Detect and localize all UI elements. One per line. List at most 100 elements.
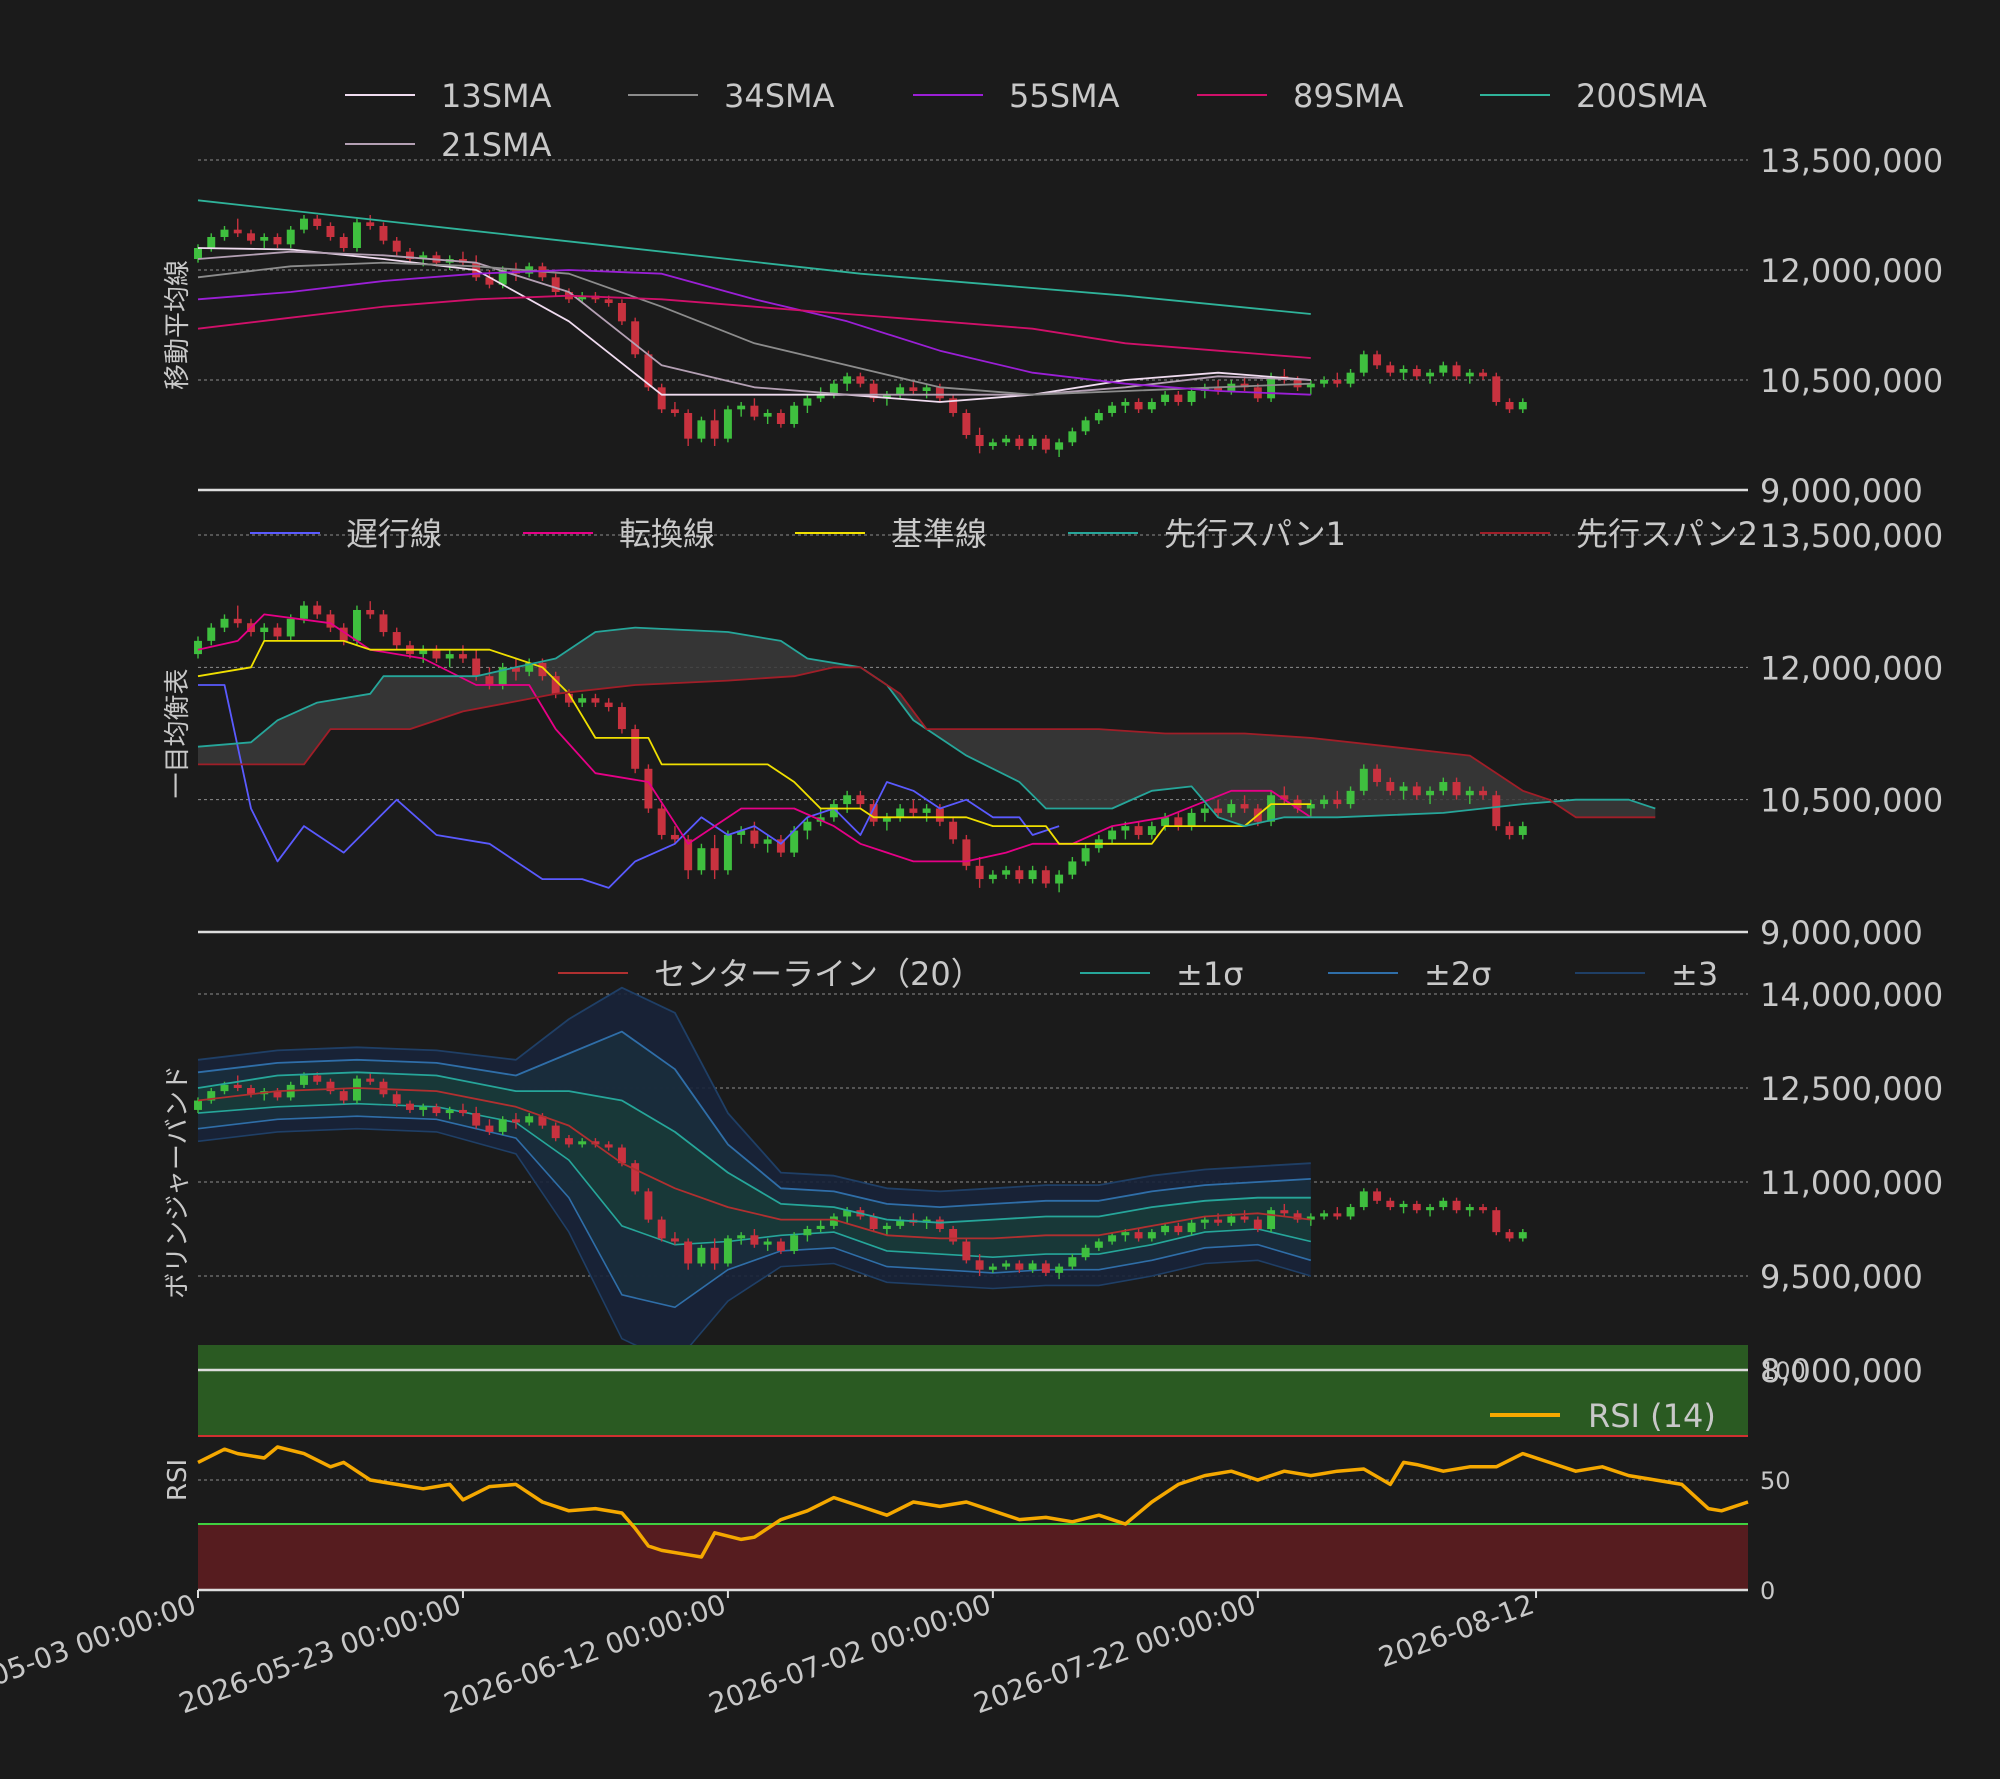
candle-body [445, 1109, 454, 1114]
candle-body [843, 795, 852, 805]
candle-body [1452, 1200, 1461, 1211]
candle-body [763, 413, 772, 417]
candle-body [1002, 870, 1011, 875]
y-tick-label: 12,000,000 [1760, 649, 1943, 687]
y-tick-label: 13,500,000 [1760, 142, 1943, 180]
candle-body [657, 1219, 666, 1239]
candle-body [1479, 372, 1488, 377]
candle-body [644, 1191, 653, 1220]
candle-body [1147, 1232, 1156, 1239]
candle-body [697, 848, 706, 871]
candle-body [1055, 1266, 1064, 1273]
candle-body [1439, 365, 1448, 373]
legend-label: 遅行線 [346, 515, 442, 553]
candle-body [1386, 1200, 1395, 1208]
candle-body [1333, 799, 1342, 805]
candle-body [1108, 405, 1117, 413]
candle-body [1187, 812, 1196, 827]
candle-body [1479, 790, 1488, 796]
y-tick-label: 9,000,000 [1760, 914, 1923, 952]
candle-body [776, 413, 785, 424]
candle-body [392, 1094, 401, 1104]
candle-body [392, 240, 401, 252]
y-axis-label: ボリンジャーバンド [163, 1065, 193, 1299]
candle-body [1055, 874, 1064, 884]
candle-body [723, 1238, 732, 1264]
candle-body [233, 229, 242, 234]
candle-body [1200, 1219, 1209, 1223]
candle-body [869, 1216, 878, 1229]
candle-body [670, 409, 679, 413]
candle-body [684, 1241, 693, 1264]
candle-body [366, 222, 375, 226]
candle-body [657, 387, 666, 410]
legend-label: 先行スパン1 [1164, 515, 1346, 553]
candle-body [1426, 790, 1435, 796]
y-tick-label: 13,500,000 [1760, 517, 1943, 555]
candle-body [1346, 790, 1355, 805]
candle-body [763, 1241, 772, 1245]
candle-body [1373, 354, 1382, 366]
candle-body [803, 1229, 812, 1236]
candle-body [300, 218, 308, 230]
candle-body [1094, 1241, 1103, 1248]
candle-body [1108, 1235, 1117, 1242]
candle-body [1439, 782, 1448, 791]
candle-body [379, 226, 388, 241]
candle-body [1492, 795, 1501, 827]
candle-body [1108, 830, 1117, 840]
candle-body [379, 614, 388, 633]
candle-body [617, 303, 626, 322]
candle-body [551, 1125, 560, 1139]
candle-body [750, 1235, 759, 1245]
y-tick-label: 0 [1760, 1577, 1775, 1605]
candle-body [856, 376, 865, 384]
candle-body [1333, 1213, 1342, 1217]
candle-body [1359, 354, 1368, 373]
candle-body [1174, 1225, 1183, 1233]
legend-label: 転換線 [619, 515, 715, 553]
candle-body [366, 609, 375, 615]
y-tick-label: 11,000,000 [1760, 1164, 1943, 1202]
candle-body [1134, 1232, 1143, 1239]
overbought-zone [198, 1345, 1748, 1436]
candle-body [750, 405, 759, 417]
candle-body [975, 435, 984, 446]
candle-body [1028, 438, 1037, 446]
candle-body [313, 218, 322, 226]
candle-body [697, 420, 706, 439]
candle-body [458, 1109, 467, 1114]
candle-body [896, 808, 905, 818]
candle-body [737, 1235, 746, 1239]
candle-body [1280, 1210, 1289, 1214]
candle-body [631, 729, 640, 769]
candle-body [1439, 1200, 1448, 1208]
candle-body [909, 808, 918, 813]
candle-body [1505, 1232, 1514, 1239]
candle-body [1028, 1263, 1037, 1270]
candle-body [1068, 861, 1077, 875]
candle-body [988, 874, 997, 880]
candle-body [604, 1144, 613, 1148]
candle-body [207, 237, 216, 248]
candle-body [1320, 799, 1329, 805]
candle-body [697, 1247, 706, 1264]
candle-body [1518, 1232, 1527, 1239]
candle-body [684, 413, 693, 439]
candle-body [949, 821, 958, 840]
y-tick-label: 50 [1760, 1467, 1791, 1495]
candle-body [366, 1078, 375, 1082]
candle-body [750, 830, 759, 844]
candle-body [564, 1138, 573, 1145]
candle-body [392, 632, 401, 646]
candle-body [723, 834, 732, 871]
candle-body [1412, 1203, 1421, 1211]
candle-body [1452, 365, 1461, 377]
legend-label: ±1σ [1176, 955, 1243, 993]
candle-body [1412, 786, 1421, 796]
candle-body [1412, 369, 1421, 377]
candle-body [1320, 1213, 1329, 1217]
candle-body [1174, 394, 1183, 402]
candle-body [1386, 365, 1395, 373]
candle-body [710, 420, 719, 439]
